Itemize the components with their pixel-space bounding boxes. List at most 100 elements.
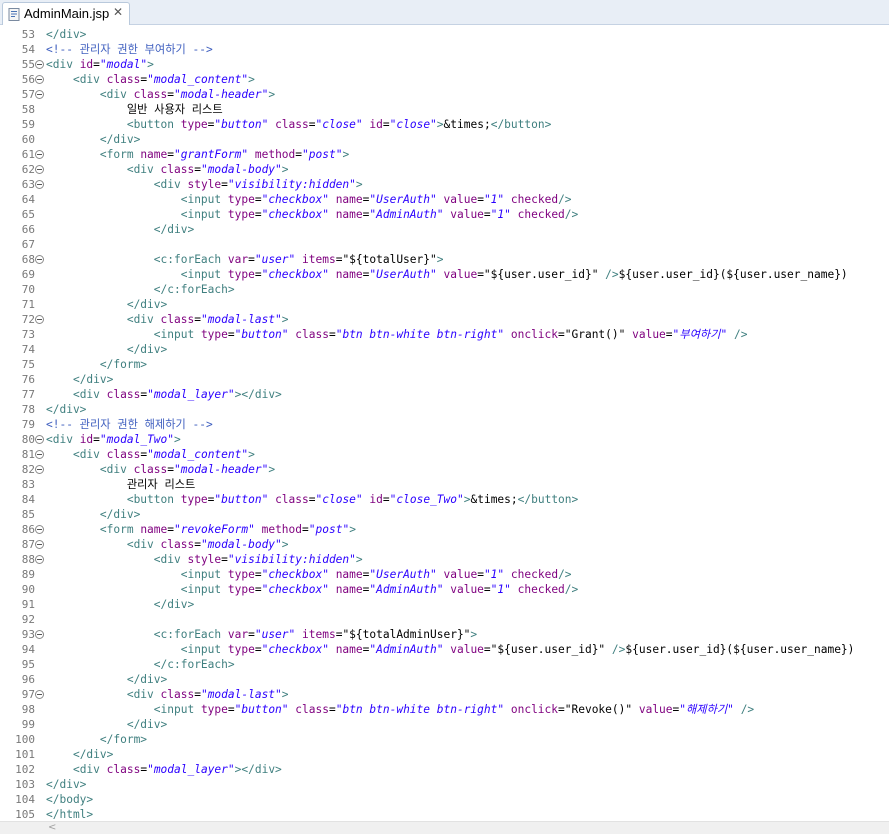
fold-collapse-icon[interactable] [35, 450, 44, 459]
fold-collapse-icon[interactable] [35, 525, 44, 534]
fold-collapse-icon[interactable] [35, 435, 44, 444]
code-line[interactable]: 64 <input type="checkbox" name="UserAuth… [0, 192, 889, 207]
code-token: = [665, 328, 673, 341]
code-line[interactable]: 80 <div id="modal_Two"> [0, 432, 889, 447]
code-line[interactable]: 70 </c:forEach> [0, 282, 889, 297]
code-line[interactable]: 103 </div> [0, 777, 889, 792]
code-line[interactable]: 58 일반 사용자 리스트 [0, 102, 889, 117]
code-line[interactable]: 92 [0, 612, 889, 627]
code-line[interactable]: 93 <c:forEach var="user" items="${totalA… [0, 627, 889, 642]
line-number: 98 [21, 703, 35, 716]
code-line[interactable]: 82 <div class="modal-header"> [0, 462, 889, 477]
code-line[interactable]: 63 <div style="visibility:hidden"> [0, 177, 889, 192]
horizontal-scrollbar[interactable]: < [0, 821, 889, 834]
code-line[interactable]: 71 </div> [0, 297, 889, 312]
code-editor[interactable]: 53 </div> 54 <!-- 관리자 권한 부여하기 --> 55 <div id=… [0, 25, 889, 821]
code-line[interactable]: 86 <form name="revokeForm" method="post"… [0, 522, 889, 537]
code-line[interactable]: 104 </body> [0, 792, 889, 807]
code-line[interactable]: 59 <button type="button" class="close" i… [0, 117, 889, 132]
code-line[interactable]: 97 <div class="modal-last"> [0, 687, 889, 702]
line-number: 79 [21, 418, 35, 431]
line-number: 77 [21, 388, 35, 401]
code-line[interactable]: 99 </div> [0, 717, 889, 732]
code-line[interactable]: 53 </div> [0, 27, 889, 42]
code-line[interactable]: 96 </div> [0, 672, 889, 687]
line-number: 92 [21, 613, 35, 626]
code-text: <input type="checkbox" name="UserAuth" v… [46, 567, 572, 582]
code-line[interactable]: 75 </form> [0, 357, 889, 372]
code-line[interactable]: 54 <!-- 관리자 권한 부여하기 --> [0, 42, 889, 57]
code-line[interactable]: 102 <div class="modal_layer"></div> [0, 762, 889, 777]
code-line[interactable]: 100 </form> [0, 732, 889, 747]
fold-collapse-icon[interactable] [35, 555, 44, 564]
code-line[interactable]: 88 <div style="visibility:hidden"> [0, 552, 889, 567]
line-number: 87 [21, 538, 35, 551]
code-token: </div> [99, 508, 141, 521]
fold-collapse-icon[interactable] [35, 690, 44, 699]
code-line[interactable]: 90 <input type="checkbox" name="AdminAut… [0, 582, 889, 597]
code-token: "modal" [99, 58, 148, 71]
code-line[interactable]: 61 <form name="grantForm" method="post"> [0, 147, 889, 162]
code-line[interactable]: 98 <input type="button" class="btn btn-w… [0, 702, 889, 717]
code-token: class [295, 703, 329, 716]
code-token: </html> [46, 808, 94, 821]
code-line[interactable]: 65 <input type="checkbox" name="AdminAut… [0, 207, 889, 222]
scroll-left-arrow-icon[interactable]: < [48, 822, 56, 834]
line-number: 72 [21, 313, 35, 326]
fold-collapse-icon[interactable] [35, 90, 44, 99]
tab-adminmain-jsp[interactable]: AdminMain.jsp ✕ [2, 2, 130, 25]
code-line[interactable]: 66 </div> [0, 222, 889, 237]
code-token: class [160, 313, 195, 326]
code-token: = [221, 553, 228, 566]
code-line[interactable]: 76 </div> [0, 372, 889, 387]
code-token: value [443, 193, 478, 206]
code-line[interactable]: 73 <input type="button" class="btn btn-w… [0, 327, 889, 342]
code-line[interactable]: 87 <div class="modal-body"> [0, 537, 889, 552]
code-line[interactable]: 72 <div class="modal-last"> [0, 312, 889, 327]
code-line[interactable]: 101 </div> [0, 747, 889, 762]
code-line[interactable]: 89 <input type="checkbox" name="UserAuth… [0, 567, 889, 582]
code-line[interactable]: 68 <c:forEach var="user" items="${totalU… [0, 252, 889, 267]
code-line[interactable]: 94 <input type="checkbox" name="AdminAut… [0, 642, 889, 657]
code-text: <button type="button" class="close" id="… [46, 492, 578, 507]
code-line[interactable]: 67 [0, 237, 889, 252]
code-line[interactable]: 83 관리자 리스트 [0, 477, 889, 492]
fold-collapse-icon[interactable] [35, 180, 44, 189]
code-line[interactable]: 62 <div class="modal-body"> [0, 162, 889, 177]
line-number: 59 [21, 118, 35, 131]
code-token: = [328, 328, 336, 341]
code-token: ="${user.user_id}" [477, 268, 606, 281]
fold-collapse-icon[interactable] [35, 465, 44, 474]
code-line[interactable]: 74 </div> [0, 342, 889, 357]
fold-collapse-icon[interactable] [35, 315, 44, 324]
fold-collapse-icon[interactable] [35, 60, 44, 69]
code-line[interactable]: 57 <div class="modal-header"> [0, 87, 889, 102]
code-line[interactable]: 55 <div id="modal"> [0, 57, 889, 72]
code-line[interactable]: 95 </c:forEach> [0, 657, 889, 672]
close-tab-icon[interactable]: ✕ [111, 5, 125, 19]
code-line[interactable]: 85 </div> [0, 507, 889, 522]
code-line[interactable]: 81 <div class="modal_content"> [0, 447, 889, 462]
code-line[interactable]: 56 <div class="modal_content"> [0, 72, 889, 87]
code-line[interactable]: 69 <input type="checkbox" name="UserAuth… [0, 267, 889, 282]
fold-collapse-icon[interactable] [35, 150, 44, 159]
fold-collapse-icon[interactable] [35, 255, 44, 264]
code-line[interactable]: 60 </div> [0, 132, 889, 147]
code-line[interactable]: 105 </html> [0, 807, 889, 822]
code-line[interactable]: 77 <div class="modal_layer"></div> [0, 387, 889, 402]
code-line[interactable]: 79 <!-- 관리자 권한 해제하기 --> [0, 417, 889, 432]
code-line[interactable]: 91 </div> [0, 597, 889, 612]
line-number: 66 [21, 223, 35, 236]
code-token: class [295, 328, 329, 341]
fold-collapse-icon[interactable] [35, 630, 44, 639]
code-line[interactable]: 78 </div> [0, 402, 889, 417]
fold-collapse-icon[interactable] [35, 165, 44, 174]
fold-collapse-icon[interactable] [35, 75, 44, 84]
code-line[interactable]: 84 <button type="button" class="close" i… [0, 492, 889, 507]
fold-collapse-icon[interactable] [35, 540, 44, 549]
